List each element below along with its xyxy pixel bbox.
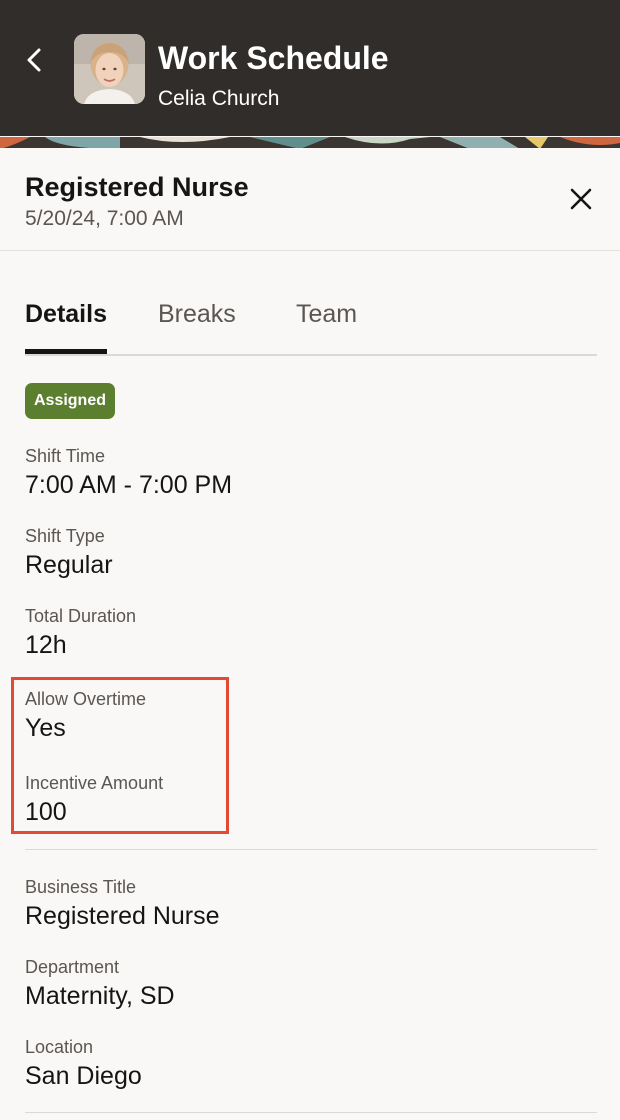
page-title: Work Schedule	[158, 40, 389, 76]
tab-team[interactable]: Team	[296, 298, 357, 330]
tab-bar: Details Breaks Team	[25, 290, 597, 356]
allow-overtime-label: Allow Overtime	[25, 689, 147, 709]
avatar	[74, 34, 145, 104]
location-value: San Diego	[25, 1062, 142, 1090]
shift-time-label: Shift Time	[25, 446, 106, 466]
employee-name: Celia Church	[158, 87, 280, 110]
business-title-label: Business Title	[25, 877, 137, 897]
total-duration-label: Total Duration	[25, 606, 137, 626]
close-button[interactable]	[562, 180, 600, 218]
department-value: Maternity, SD	[25, 982, 175, 1010]
status-badge: Assigned	[25, 383, 115, 419]
business-title-value: Registered Nurse	[25, 902, 220, 930]
shift-date: 5/20/24, 7:00 AM	[25, 207, 184, 230]
section-divider	[25, 1112, 597, 1113]
app-header: Work Schedule Celia Church	[0, 0, 620, 136]
allow-overtime-value: Yes	[25, 714, 66, 742]
close-icon	[570, 188, 592, 210]
shift-type-label: Shift Type	[25, 526, 105, 546]
shift-type-value: Regular	[25, 551, 113, 579]
location-label: Location	[25, 1037, 94, 1057]
incentive-amount-label: Incentive Amount	[25, 773, 164, 793]
back-button[interactable]	[14, 40, 54, 80]
active-tab-indicator	[25, 349, 107, 354]
shift-title: Registered Nurse	[25, 172, 249, 202]
tab-details[interactable]: Details	[25, 298, 107, 330]
shift-time-value: 7:00 AM - 7:00 PM	[25, 471, 233, 499]
section-divider	[25, 849, 597, 850]
total-duration-value: 12h	[25, 631, 67, 659]
decorative-banner	[0, 136, 620, 148]
incentive-amount-value: 100	[25, 798, 67, 826]
chevron-left-icon	[27, 48, 41, 72]
department-label: Department	[25, 957, 120, 977]
tab-breaks[interactable]: Breaks	[158, 298, 236, 330]
